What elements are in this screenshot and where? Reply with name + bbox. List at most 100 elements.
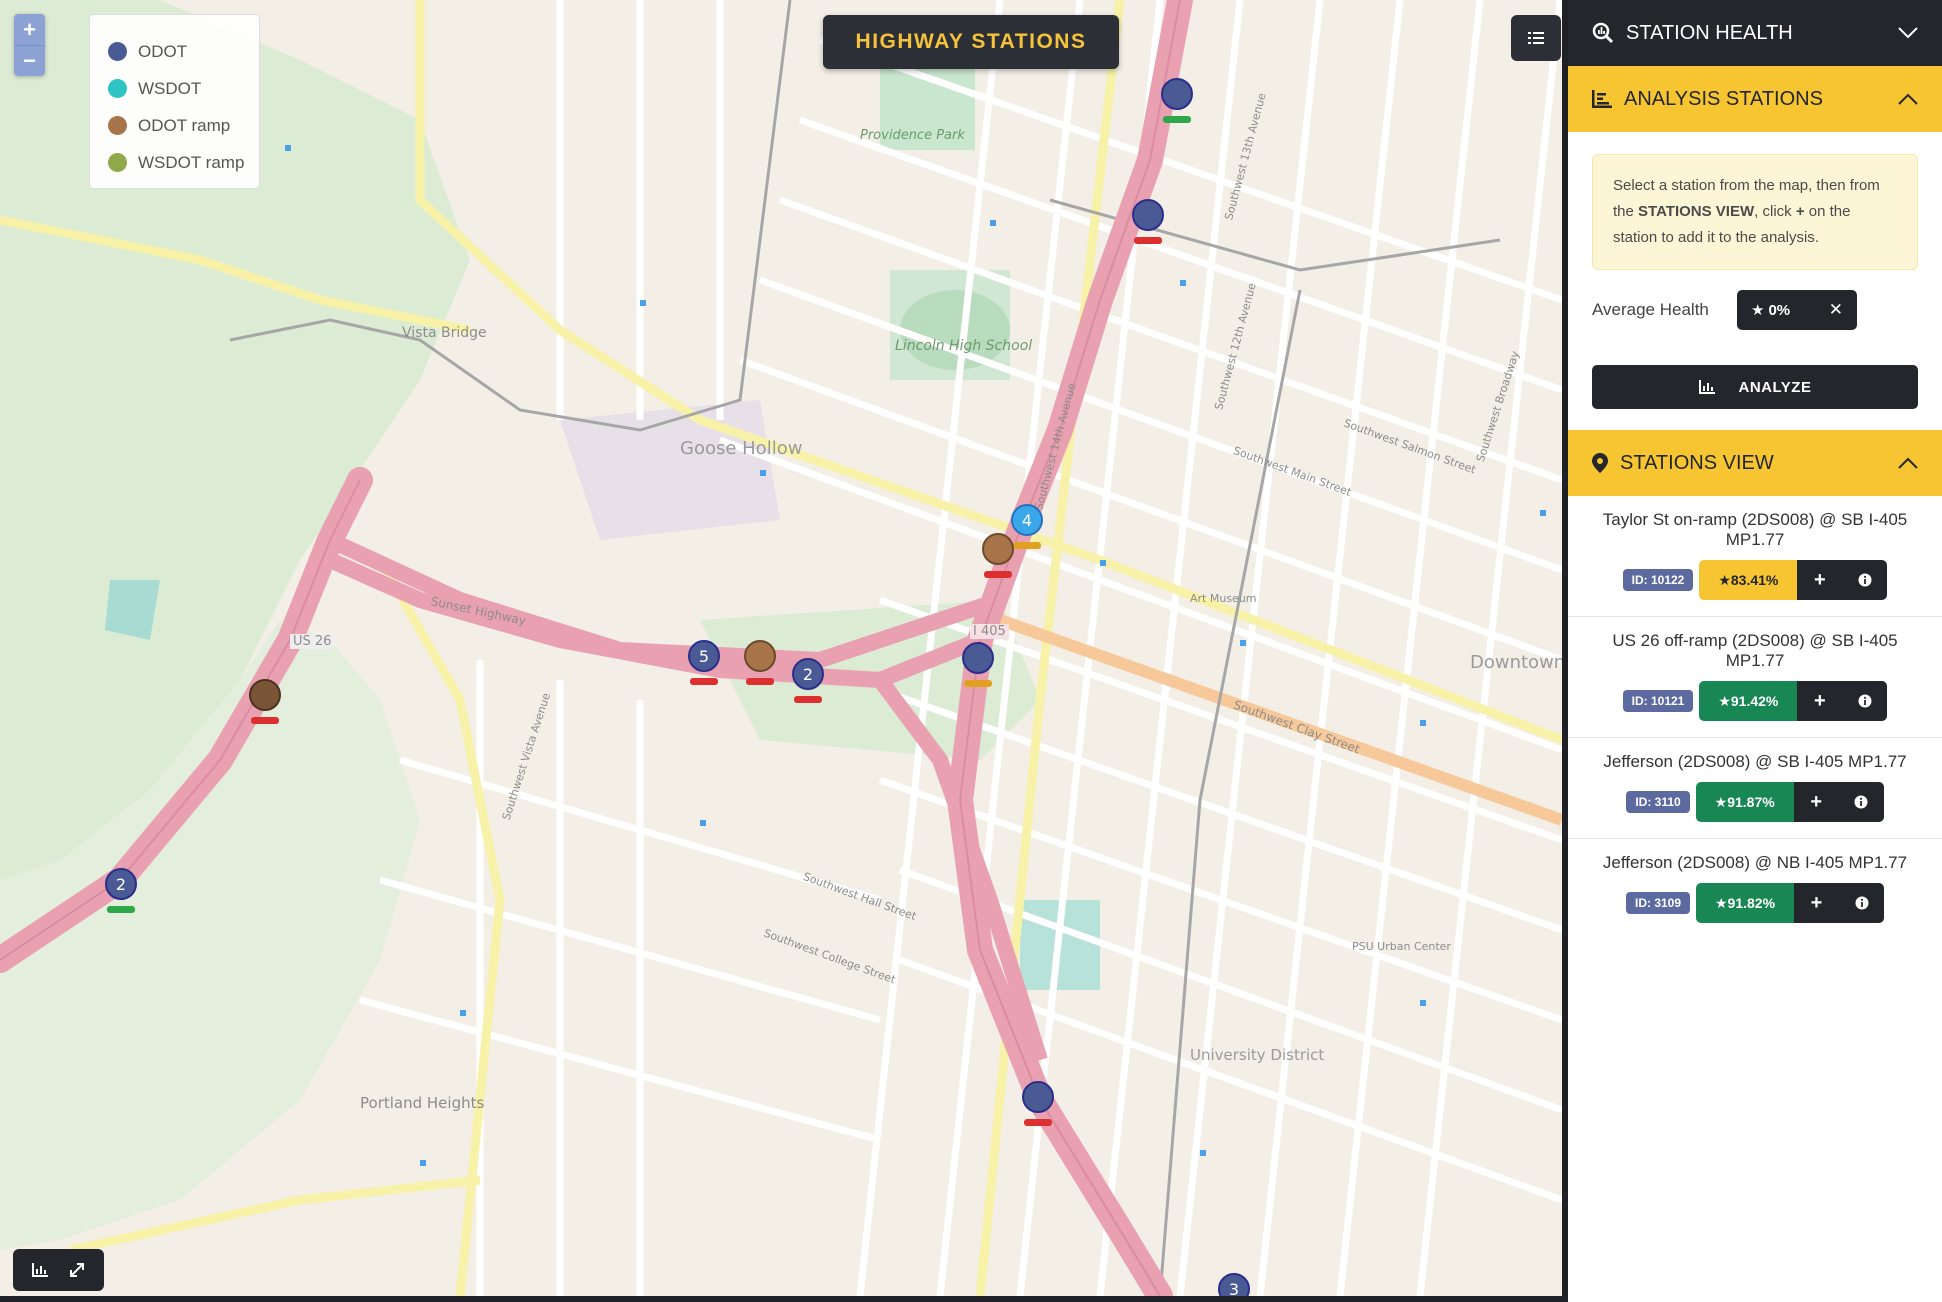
station-name: Jefferson (2DS008) @ SB I-405 MP1.77 <box>1603 752 1907 771</box>
station-health-bar <box>690 678 718 685</box>
chevron-up-icon[interactable] <box>1898 93 1918 105</box>
legend-item-wsdot-ramp: WSDOT ramp <box>108 144 259 181</box>
station-health-value: 83.41% <box>1730 572 1779 588</box>
station-marker[interactable] <box>960 642 996 690</box>
station-health-badge: ★ 91.87% <box>1695 782 1794 822</box>
station-health-badge: ★ 91.82% <box>1696 883 1795 923</box>
chevron-up-icon[interactable] <box>1898 457 1918 469</box>
add-station-button[interactable]: + <box>1797 560 1843 600</box>
info-bold: STATIONS VIEW <box>1638 203 1755 220</box>
station-health-bar <box>1134 237 1162 244</box>
map-title: HIGHWAY STATIONS <box>823 15 1119 69</box>
station-health-value: 91.42% <box>1730 693 1779 709</box>
clear-icon[interactable]: ✕ <box>1829 300 1843 320</box>
list-icon <box>1528 32 1544 44</box>
station-circle <box>744 640 776 672</box>
station-marker[interactable] <box>247 679 283 727</box>
add-station-button[interactable]: + <box>1794 883 1840 923</box>
station-info-button[interactable] <box>1842 681 1888 721</box>
legend-item-odot-ramp: ODOT ramp <box>108 107 259 144</box>
analyze-label: ANALYZE <box>1738 378 1812 396</box>
legend-dot-icon <box>108 116 127 135</box>
add-station-button[interactable]: + <box>1793 782 1839 822</box>
station-info-button[interactable] <box>1842 560 1888 600</box>
zoom-in-button[interactable]: + <box>14 14 45 45</box>
star-icon: ★ <box>1714 793 1728 810</box>
chevron-down-icon[interactable] <box>1898 27 1918 39</box>
legend-label: ODOT ramp <box>138 115 231 135</box>
station-health-title: STATION HEALTH <box>1626 21 1793 44</box>
station-health-bar <box>251 717 279 724</box>
station-marker[interactable] <box>1130 199 1166 247</box>
legend-dot-icon <box>108 153 127 172</box>
station-button-group: ★ 91.87% + <box>1695 782 1884 822</box>
station-marker[interactable]: 5 <box>686 640 722 688</box>
fullscreen-button[interactable] <box>69 1262 85 1278</box>
bar-chart-icon <box>1592 90 1612 108</box>
stations-list: Taylor St on-ramp (2DS008) @ SB I-405 MP… <box>1568 496 1942 949</box>
station-name: Jefferson (2DS008) @ NB I-405 MP1.77 <box>1602 853 1908 872</box>
bar-chart-icon <box>1698 380 1715 394</box>
add-station-button[interactable]: + <box>1797 681 1843 721</box>
zoom-out-button[interactable]: − <box>14 45 45 76</box>
station-name: Taylor St on-ramp (2DS008) @ SB I-405 MP… <box>1602 510 1908 549</box>
station-health-header[interactable]: STATION HEALTH <box>1568 0 1942 66</box>
analyze-button[interactable]: ANALYZE <box>1592 365 1918 409</box>
station-marker[interactable]: 2 <box>790 658 826 706</box>
stations-view-header[interactable]: STATIONS VIEW <box>1568 430 1942 496</box>
star-icon: ★ <box>1751 302 1765 319</box>
station-actions: ID: 10121 ★ 91.42% + <box>1588 681 1922 721</box>
station-health-bar <box>107 906 135 913</box>
station-circle <box>982 533 1014 565</box>
expand-icon <box>70 1263 85 1277</box>
bar-chart-icon <box>31 1263 48 1277</box>
station-marker[interactable] <box>980 533 1016 581</box>
station-info-button[interactable] <box>1839 883 1885 923</box>
station-list-item: Taylor St on-ramp (2DS008) @ SB I-405 MP… <box>1568 496 1942 617</box>
station-name: US 26 off-ramp (2DS008) @ SB I-405 MP1.7… <box>1612 631 1898 670</box>
station-circle: 2 <box>792 658 824 690</box>
analysis-stations-title: ANALYSIS STATIONS <box>1624 87 1823 110</box>
stations-view-title: STATIONS VIEW <box>1620 451 1774 474</box>
station-health-bar <box>1024 1119 1052 1126</box>
station-marker[interactable] <box>1159 78 1195 126</box>
legend-label: WSDOT <box>138 78 202 98</box>
info-icon <box>1855 896 1869 910</box>
station-id-badge: ID: 3110 <box>1626 791 1690 813</box>
station-list-item: US 26 off-ramp (2DS008) @ SB I-405 MP1.7… <box>1568 617 1942 738</box>
legend-dot-icon <box>108 79 127 98</box>
station-circle: 3 <box>1218 1273 1250 1296</box>
station-marker[interactable]: 3 <box>1216 1273 1252 1296</box>
analysis-stations-header[interactable]: ANALYSIS STATIONS <box>1568 66 1942 132</box>
station-health-badge: ★ 83.41% <box>1699 560 1798 600</box>
station-id-badge: ID: 10121 <box>1622 690 1694 712</box>
station-health-bar <box>746 678 774 685</box>
layer-list-button[interactable] <box>1511 15 1561 61</box>
station-marker[interactable] <box>1020 1081 1056 1129</box>
legend-label: WSDOT ramp <box>138 152 245 172</box>
average-health-label: Average Health <box>1592 300 1709 319</box>
info-icon <box>1858 573 1872 587</box>
station-circle: 2 <box>105 868 137 900</box>
map[interactable]: Goose Hollow Downtown University Distric… <box>0 0 1562 1296</box>
station-circle <box>1161 78 1193 110</box>
star-icon: ★ <box>1714 894 1728 911</box>
station-marker[interactable]: 2 <box>103 868 139 916</box>
map-bottom-controls <box>13 1249 104 1291</box>
station-actions: ID: 10122 ★ 83.41% + <box>1588 560 1922 600</box>
average-health-value: 0% <box>1768 301 1791 319</box>
station-info-button[interactable] <box>1838 782 1884 822</box>
station-health-bar <box>1163 116 1191 123</box>
info-text: , click <box>1754 203 1796 220</box>
station-circle: 4 <box>1011 504 1043 536</box>
station-circle <box>249 679 281 711</box>
zoom-control: + − <box>14 14 45 76</box>
station-health-bar <box>964 680 992 687</box>
search-chart-icon <box>1592 22 1614 44</box>
station-health-bar <box>1013 542 1041 549</box>
legend-item-wsdot: WSDOT <box>108 70 259 107</box>
station-button-group: ★ 83.41% + <box>1699 560 1888 600</box>
info-icon <box>1854 795 1868 809</box>
chart-button[interactable] <box>31 1263 48 1277</box>
station-marker[interactable] <box>742 640 778 688</box>
